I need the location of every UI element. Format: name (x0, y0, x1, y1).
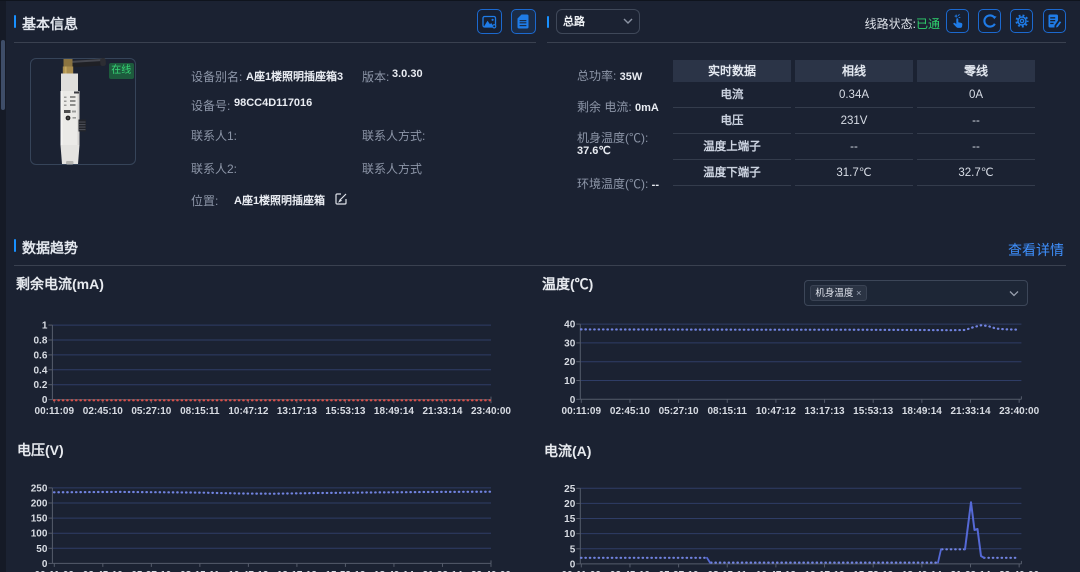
svg-text:18:49:14: 18:49:14 (374, 406, 414, 417)
svg-text:50: 50 (36, 544, 48, 555)
svg-text:13:17:13: 13:17:13 (277, 406, 317, 417)
svg-text:0: 0 (42, 559, 48, 570)
svg-text:08:15:11: 08:15:11 (180, 406, 220, 417)
svg-text:0.6: 0.6 (33, 350, 47, 361)
svg-text:21:33:14: 21:33:14 (422, 406, 462, 417)
svg-text:00:11:09: 00:11:09 (562, 406, 602, 417)
svg-text:21:33:14: 21:33:14 (950, 406, 990, 417)
svg-text:10: 10 (564, 376, 576, 387)
svg-text:150: 150 (31, 514, 48, 525)
svg-text:0.2: 0.2 (33, 380, 47, 391)
svg-text:23:40:00: 23:40:00 (999, 406, 1039, 417)
svg-text:10: 10 (564, 529, 576, 540)
svg-text:40: 40 (564, 320, 576, 331)
svg-text:5: 5 (570, 544, 576, 555)
svg-text:18:49:14: 18:49:14 (902, 406, 942, 417)
svg-text:15:53:13: 15:53:13 (325, 406, 365, 417)
svg-text:05:27:10: 05:27:10 (659, 406, 699, 417)
svg-text:05:27:10: 05:27:10 (131, 406, 171, 417)
svg-text:10:47:12: 10:47:12 (756, 406, 796, 417)
svg-text:02:45:10: 02:45:10 (83, 406, 123, 417)
svg-text:02:45:10: 02:45:10 (610, 406, 650, 417)
svg-text:15:53:13: 15:53:13 (853, 406, 893, 417)
svg-text:00:11:09: 00:11:09 (35, 406, 75, 417)
svg-text:30: 30 (564, 338, 576, 349)
svg-text:0.4: 0.4 (33, 365, 47, 376)
svg-text:20: 20 (564, 357, 576, 368)
svg-text:25: 25 (564, 484, 576, 495)
svg-text:250: 250 (31, 483, 48, 494)
svg-text:15: 15 (564, 514, 576, 525)
svg-text:20: 20 (564, 499, 576, 510)
svg-text:200: 200 (31, 499, 48, 510)
svg-text:0.8: 0.8 (33, 336, 47, 347)
svg-text:08:15:11: 08:15:11 (708, 406, 748, 417)
svg-text:13:17:13: 13:17:13 (805, 406, 845, 417)
svg-text:10:47:12: 10:47:12 (228, 406, 268, 417)
svg-text:100: 100 (31, 529, 48, 540)
svg-text:0: 0 (570, 559, 576, 570)
svg-text:23:40:00: 23:40:00 (471, 406, 511, 417)
svg-text:0: 0 (42, 395, 48, 406)
svg-text:1: 1 (42, 321, 48, 332)
svg-text:0: 0 (570, 395, 576, 406)
